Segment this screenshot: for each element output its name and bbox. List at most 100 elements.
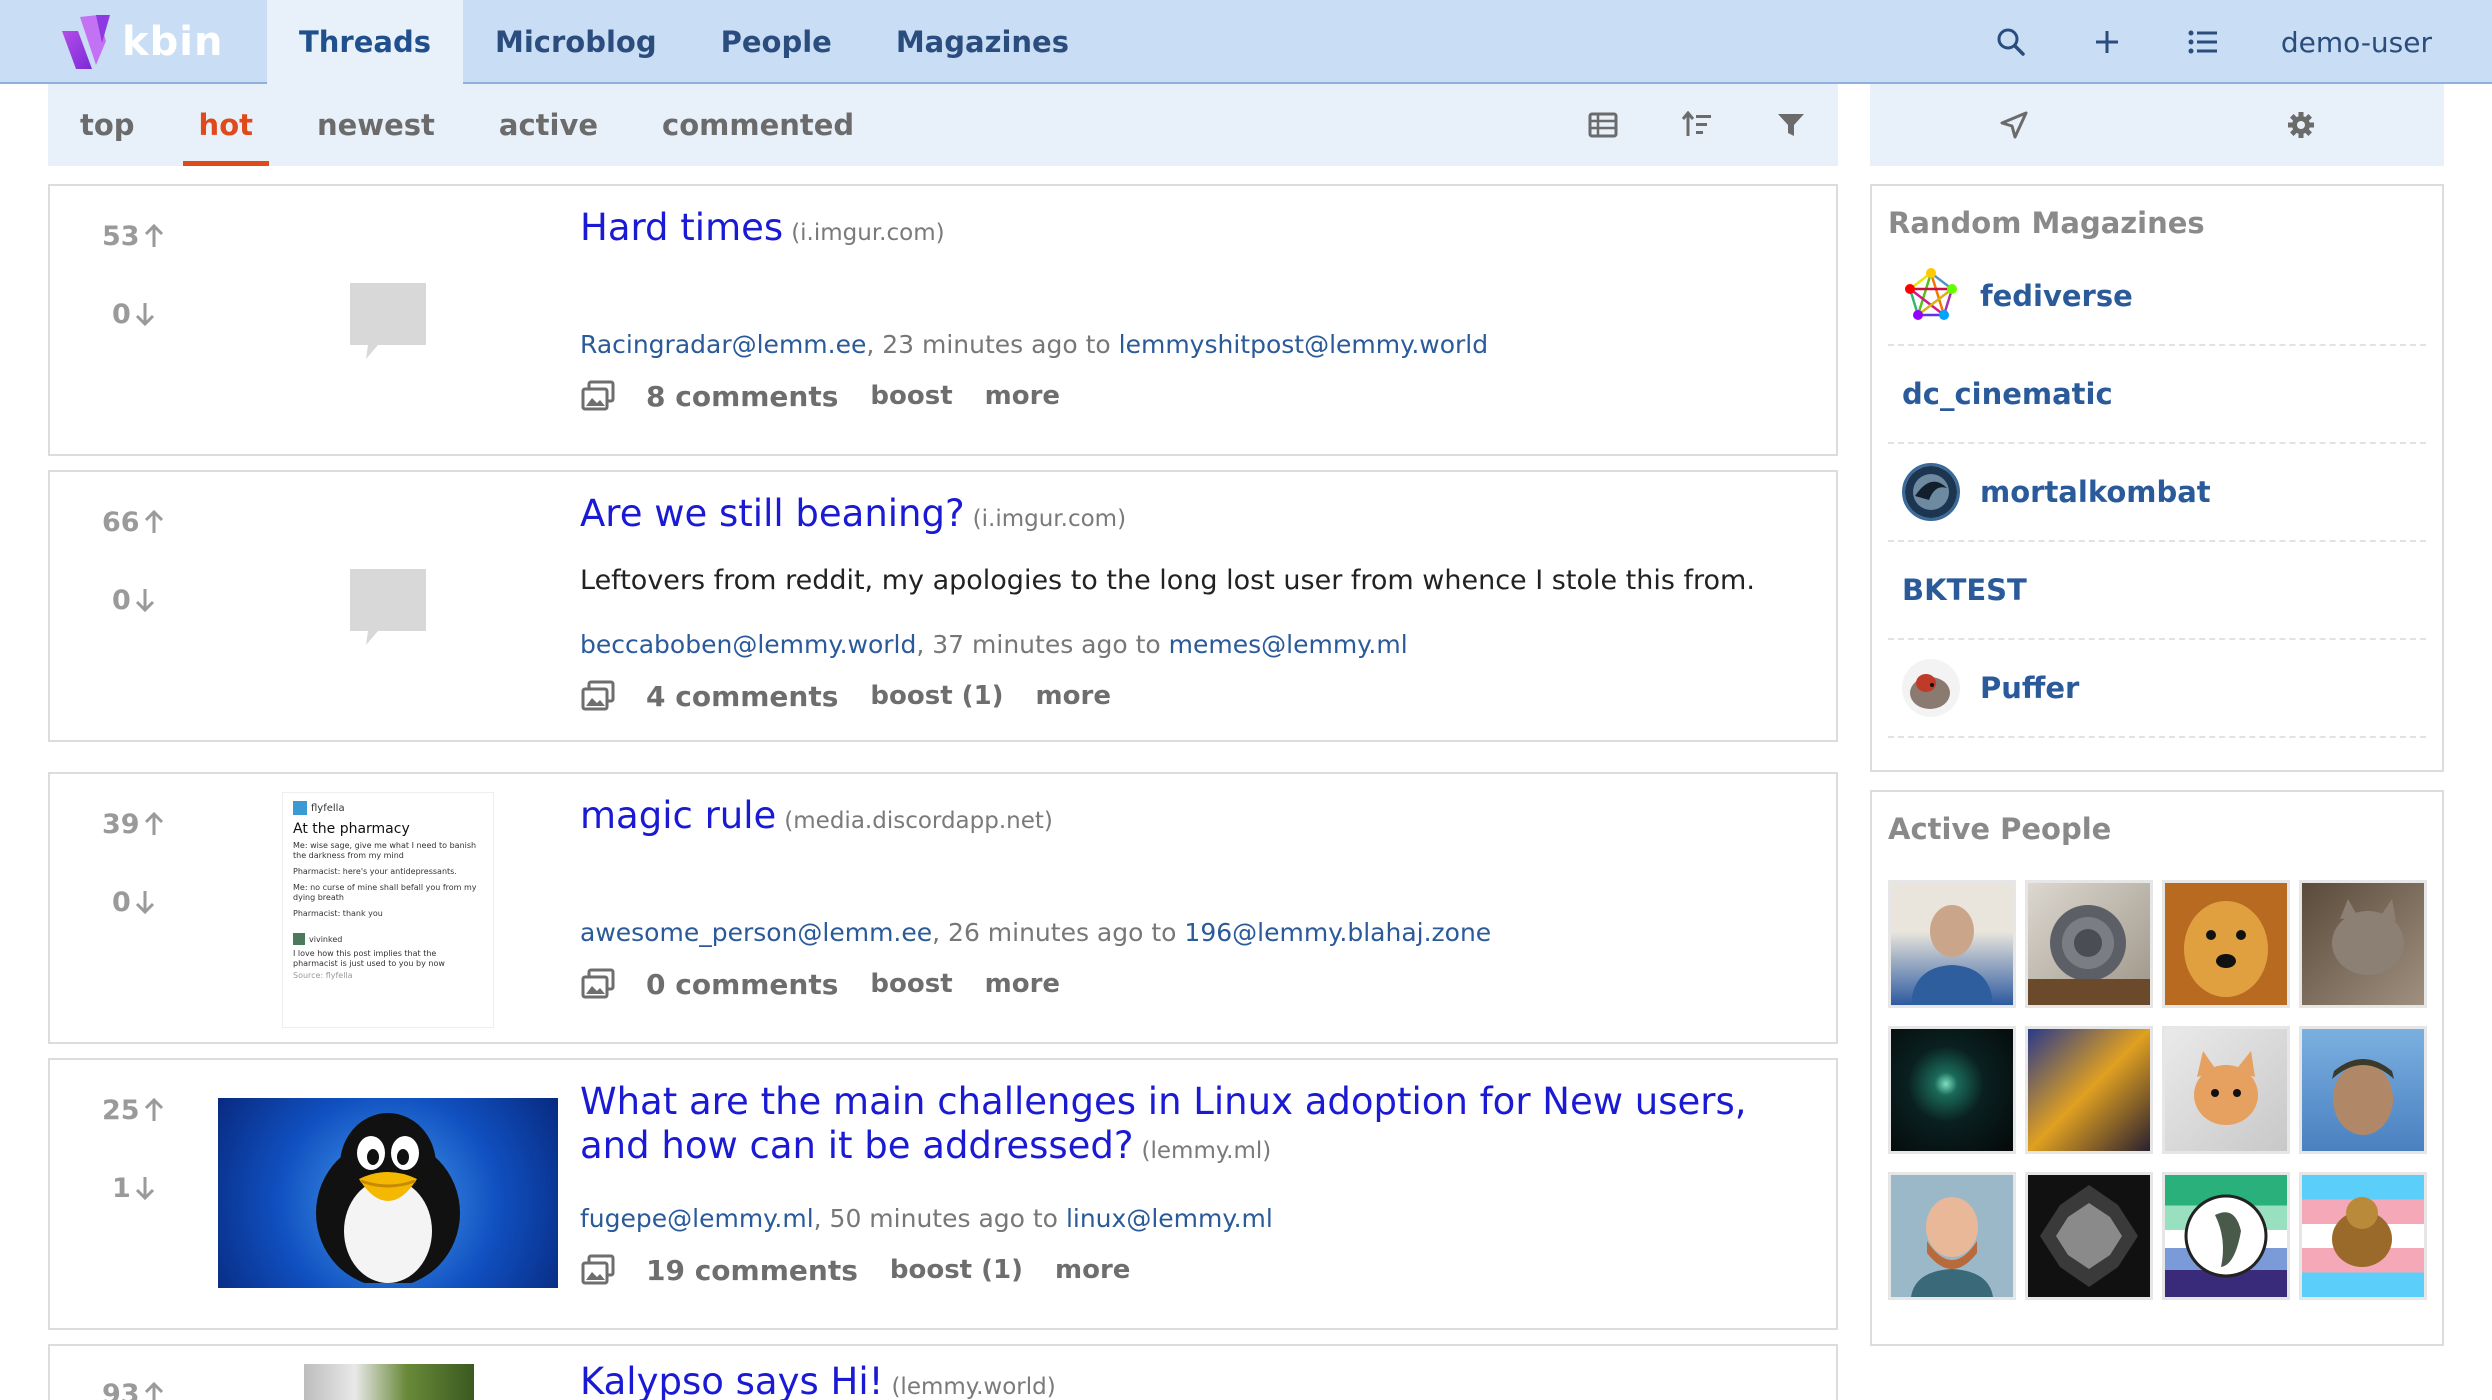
boost-button[interactable]: boost	[870, 381, 952, 411]
person-avatar[interactable]	[1888, 1026, 2016, 1154]
sort-top[interactable]: top	[48, 84, 167, 166]
user-menu[interactable]: demo-user	[2251, 26, 2492, 59]
magazine-name: Puffer	[1980, 671, 2080, 705]
sort-hot[interactable]: hot	[167, 84, 285, 166]
view-icon[interactable]	[1556, 84, 1650, 166]
magazine-item[interactable]: fediverse	[1888, 248, 2426, 346]
person-avatar[interactable]	[2162, 1026, 2290, 1154]
arrow-up-icon	[144, 224, 163, 247]
thread-domain[interactable]: (media.discordapp.net)	[784, 808, 1053, 834]
filter-icon[interactable]	[1744, 84, 1838, 166]
person-avatar[interactable]	[2299, 1026, 2427, 1154]
magazine-item[interactable]: dc_cinematic	[1888, 346, 2426, 444]
upvote-button[interactable]: 66	[102, 502, 192, 542]
comments-link[interactable]: 19 comments	[646, 1254, 858, 1287]
person-avatar[interactable]	[2025, 880, 2153, 1008]
nav-microblog[interactable]: Microblog	[463, 0, 689, 84]
sort-newest[interactable]: newest	[285, 84, 467, 166]
thread-meta: beccaboben@lemmy.world, 37 minutes ago t…	[580, 630, 1408, 659]
thumbnail-photo[interactable]	[304, 1364, 474, 1400]
person-avatar[interactable]	[2299, 880, 2427, 1008]
comments-link[interactable]: 8 comments	[646, 380, 838, 413]
thread-title[interactable]: Are we still beaning?	[580, 492, 965, 535]
fediverse-logo-icon	[1902, 267, 1960, 325]
downvote-button[interactable]: 0	[102, 294, 192, 334]
thread-actions: 0 comments boost more	[580, 966, 1092, 1002]
thread-title[interactable]: Hard times	[580, 206, 783, 249]
thread-domain[interactable]: (lemmy.ml)	[1142, 1138, 1272, 1164]
downvote-button[interactable]: 1	[102, 1168, 192, 1208]
gear-icon[interactable]	[2157, 84, 2444, 166]
magazine-item[interactable]: BKTEST	[1888, 542, 2426, 640]
gallery-icon[interactable]	[580, 378, 616, 414]
upvote-button[interactable]: 25	[102, 1090, 192, 1130]
thumbnail-penguin[interactable]	[218, 1098, 558, 1288]
boost-button[interactable]: boost (1)	[890, 1255, 1023, 1285]
author-link[interactable]: fugepe@lemmy.ml	[580, 1204, 814, 1233]
nav-threads[interactable]: Threads	[267, 0, 463, 84]
thread-domain[interactable]: (i.imgur.com)	[791, 220, 944, 246]
person-avatar[interactable]	[2299, 1172, 2427, 1300]
post-time: , 23 minutes ago to	[866, 330, 1119, 359]
list-icon[interactable]	[2155, 0, 2251, 84]
magazine-item[interactable]: mortalkombat	[1888, 444, 2426, 542]
sort-commented[interactable]: commented	[630, 84, 886, 166]
upvote-button[interactable]: 93	[102, 1374, 192, 1400]
author-link[interactable]: beccaboben@lemmy.world	[580, 630, 916, 659]
send-icon[interactable]	[1870, 84, 2157, 166]
thumbnail-placeholder[interactable]	[218, 502, 558, 712]
top-header: kbin Threads Microblog People Magazines …	[0, 0, 2492, 84]
person-avatar[interactable]	[2162, 880, 2290, 1008]
kbin-logo[interactable]: kbin	[58, 12, 223, 72]
more-button[interactable]: more	[1055, 1255, 1130, 1285]
gallery-icon[interactable]	[580, 678, 616, 714]
nav-magazines[interactable]: Magazines	[864, 0, 1101, 84]
person-avatar[interactable]	[1888, 1172, 2016, 1300]
person-avatar[interactable]	[2025, 1026, 2153, 1154]
author-link[interactable]: awesome_person@lemm.ee	[580, 918, 932, 947]
boost-button[interactable]: boost (1)	[870, 681, 1003, 711]
sort-active[interactable]: active	[467, 84, 630, 166]
thread-domain[interactable]: (i.imgur.com)	[973, 506, 1126, 532]
gallery-icon[interactable]	[580, 1252, 616, 1288]
magazine-link[interactable]: lemmyshitpost@lemmy.world	[1119, 330, 1488, 359]
thread-domain[interactable]: (lemmy.world)	[891, 1374, 1055, 1400]
author-link[interactable]: Racingradar@lemm.ee	[580, 330, 866, 359]
gallery-icon[interactable]	[580, 966, 616, 1002]
thumbnail-screenshot[interactable]: flyfella At the pharmacy Me: wise sage, …	[282, 792, 494, 1028]
thumbnail-placeholder[interactable]	[218, 216, 558, 426]
vote-box: 93	[102, 1374, 192, 1400]
upvote-button[interactable]: 53	[102, 216, 192, 256]
brand-name: kbin	[122, 19, 224, 65]
thread-entry: 39 0 flyfella At the pharmacy Me: wise s…	[48, 772, 1838, 1044]
upvote-count: 66	[102, 506, 140, 538]
comments-link[interactable]: 0 comments	[646, 968, 838, 1001]
more-button[interactable]: more	[1036, 681, 1111, 711]
downvote-button[interactable]: 0	[102, 882, 192, 922]
more-button[interactable]: more	[985, 969, 1060, 999]
boost-button[interactable]: boost	[870, 969, 952, 999]
avatar	[293, 801, 307, 815]
upvote-button[interactable]: 39	[102, 804, 192, 844]
magazine-item[interactable]: Puffer	[1888, 640, 2426, 738]
thumb-line: I love how this post implies that the	[293, 949, 437, 958]
downvote-button[interactable]: 0	[102, 580, 192, 620]
person-avatar[interactable]	[1888, 880, 2016, 1008]
thread-body: Leftovers from reddit, my apologies to t…	[580, 565, 1755, 596]
search-icon[interactable]	[1963, 0, 2059, 84]
person-avatar[interactable]	[2025, 1172, 2153, 1300]
nav-people[interactable]: People	[689, 0, 864, 84]
person-avatar[interactable]	[2162, 1172, 2290, 1300]
sidebar-toolbar	[1870, 84, 2444, 166]
sort-tools	[1556, 84, 1838, 166]
sort-icon[interactable]	[1650, 84, 1744, 166]
mortalkombat-logo-icon	[1902, 463, 1960, 521]
comments-link[interactable]: 4 comments	[646, 680, 838, 713]
thread-title[interactable]: Kalypso says Hi!	[580, 1360, 883, 1400]
more-button[interactable]: more	[985, 381, 1060, 411]
magazine-link[interactable]: 196@lemmy.blahaj.zone	[1184, 918, 1491, 947]
magazine-link[interactable]: memes@lemmy.ml	[1169, 630, 1408, 659]
magazine-link[interactable]: linux@lemmy.ml	[1066, 1204, 1273, 1233]
plus-icon[interactable]	[2059, 0, 2155, 84]
thread-title[interactable]: magic rule	[580, 794, 776, 837]
